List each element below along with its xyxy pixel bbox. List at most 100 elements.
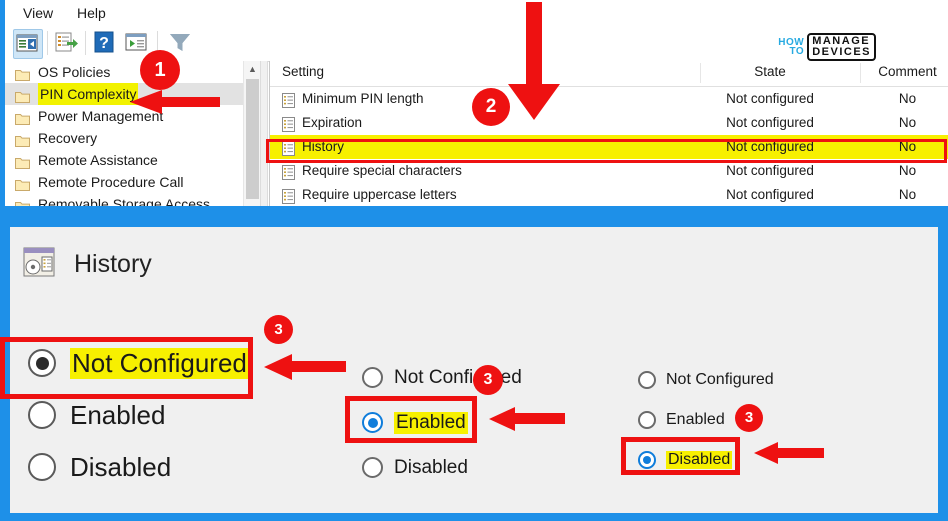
dialog-title-bar: History [22, 245, 152, 284]
tree-item[interactable]: Remote Procedure Call [5, 171, 261, 193]
setting-state: Not configured [726, 139, 814, 154]
tree-item[interactable]: Recovery [5, 127, 261, 149]
table-row[interactable]: Require special characters Not configure… [270, 159, 948, 183]
tree-item[interactable]: Removable Storage Access [5, 193, 261, 206]
screenshot-root: View Help ? OS Policies PIN Complexity P… [0, 0, 948, 521]
tree-item-label: Remote Assistance [38, 152, 158, 168]
tree-item-label: PIN Complexity [38, 83, 139, 105]
menu-item-help[interactable]: Help [73, 4, 110, 22]
setting-name: Minimum PIN length [302, 91, 424, 106]
policy-setting-icon [282, 188, 295, 204]
radio-label: Enabled [394, 411, 468, 434]
column-header-state[interactable]: State [710, 64, 830, 79]
setting-comment: No [898, 187, 917, 202]
policy-setting-icon [282, 116, 295, 132]
scrollbar-thumb[interactable] [246, 79, 259, 199]
radio-label: Enabled [666, 411, 725, 428]
show-hide-console-tree-icon[interactable] [13, 29, 43, 59]
setting-comment: No [898, 163, 917, 178]
table-row[interactable]: Require uppercase letters Not configured… [270, 183, 948, 206]
export-list-icon[interactable] [53, 29, 81, 57]
setting-name: Require special characters [302, 163, 462, 178]
pane-splitter[interactable] [260, 61, 268, 206]
radio-disabled[interactable]: Disabled [28, 441, 249, 493]
state-radio-group-large: Not Configured Enabled Disabled [28, 337, 249, 493]
radio-not-configured[interactable]: Not Configured [638, 360, 774, 400]
step-badge-3-left: 3 [264, 315, 293, 344]
folder-icon [15, 131, 30, 147]
tree-item-label: Remote Procedure Call [38, 174, 184, 190]
scroll-up-icon[interactable]: ▲ [244, 61, 261, 78]
radio-indicator[interactable] [28, 401, 56, 429]
setting-state: Not configured [726, 187, 814, 202]
table-row[interactable]: Minimum PIN length Not configured No [270, 87, 948, 111]
radio-label: Not Configured [70, 347, 249, 379]
radio-enabled[interactable]: Enabled [362, 400, 522, 445]
folder-icon [15, 109, 30, 125]
policy-setting-icon [282, 140, 295, 156]
tree-item-label: Removable Storage Access [38, 196, 210, 206]
table-row[interactable]: Expiration Not configured No [270, 111, 948, 135]
radio-indicator[interactable] [362, 367, 383, 388]
radio-disabled[interactable]: Disabled [638, 440, 774, 480]
radio-label: Not Configured [666, 371, 774, 388]
policy-setting-icon [282, 92, 295, 108]
howtomanagedevices-logo: HOW TO MANAGE DEVICES [778, 32, 876, 62]
list-column-headers: Setting State Comment [270, 61, 948, 87]
column-header-setting[interactable]: Setting [282, 64, 324, 79]
tree-item[interactable]: Power Management [5, 105, 261, 127]
radio-indicator[interactable] [638, 371, 656, 389]
folder-icon [15, 175, 30, 191]
dialog-title: History [74, 250, 152, 278]
setting-comment: No [898, 91, 917, 106]
logo-devices: DEVICES [812, 46, 871, 58]
help-icon[interactable]: ? [91, 29, 119, 57]
radio-label: Disabled [394, 456, 468, 478]
radio-not-configured[interactable]: Not Configured [28, 337, 249, 389]
panel-separator [0, 206, 948, 227]
radio-enabled[interactable]: Enabled [28, 389, 249, 441]
policy-setting-icon [282, 164, 295, 180]
tree-item[interactable]: Remote Assistance [5, 149, 261, 171]
tree-item[interactable]: OS Policies [5, 61, 261, 83]
setting-comment: No [898, 139, 917, 154]
menu-bar: View Help [5, 0, 948, 26]
settings-list: Setting State Comment Minimum PIN length… [269, 61, 948, 206]
console-tree[interactable]: OS Policies PIN Complexity Power Managem… [5, 61, 261, 206]
radio-label: Disabled [666, 451, 733, 469]
logo-to: TO [789, 46, 805, 57]
tree-item-label: Power Management [38, 108, 164, 124]
radio-indicator[interactable] [362, 412, 383, 433]
setting-name: Expiration [302, 115, 363, 130]
policy-setting-dialog: History Not Configured Enabled Disabled … [10, 227, 938, 513]
step-badge-1: 1 [140, 50, 180, 90]
history-policy-icon [22, 245, 56, 284]
folder-icon [15, 87, 30, 103]
tree-vertical-scrollbar[interactable]: ▲ [243, 61, 261, 206]
step-badge-3-middle: 3 [473, 365, 503, 395]
radio-indicator[interactable] [362, 457, 383, 478]
step-badge-2: 2 [472, 88, 510, 126]
menu-item-view[interactable]: View [19, 4, 57, 22]
setting-state: Not configured [726, 91, 814, 106]
radio-disabled[interactable]: Disabled [362, 445, 522, 490]
svg-text:?: ? [99, 35, 109, 52]
tree-item-label: OS Policies [38, 64, 111, 80]
folder-icon [15, 197, 30, 206]
radio-label: Disabled [70, 451, 172, 482]
setting-comment: No [898, 115, 917, 130]
setting-state: Not configured [726, 163, 814, 178]
radio-indicator[interactable] [28, 349, 56, 377]
tree-item-pin-complexity[interactable]: PIN Complexity [5, 83, 261, 105]
tree-item-label: Recovery [38, 130, 98, 146]
radio-indicator[interactable] [28, 453, 56, 481]
column-header-comment[interactable]: Comment [870, 64, 945, 79]
folder-icon [15, 65, 30, 81]
folder-icon [15, 153, 30, 169]
radio-indicator[interactable] [638, 451, 656, 469]
radio-label: Enabled [70, 399, 166, 430]
radio-indicator[interactable] [638, 411, 656, 429]
table-row-history[interactable]: History Not configured No [270, 135, 948, 159]
properties-icon[interactable] [123, 29, 151, 57]
step-badge-3-right: 3 [735, 404, 763, 432]
